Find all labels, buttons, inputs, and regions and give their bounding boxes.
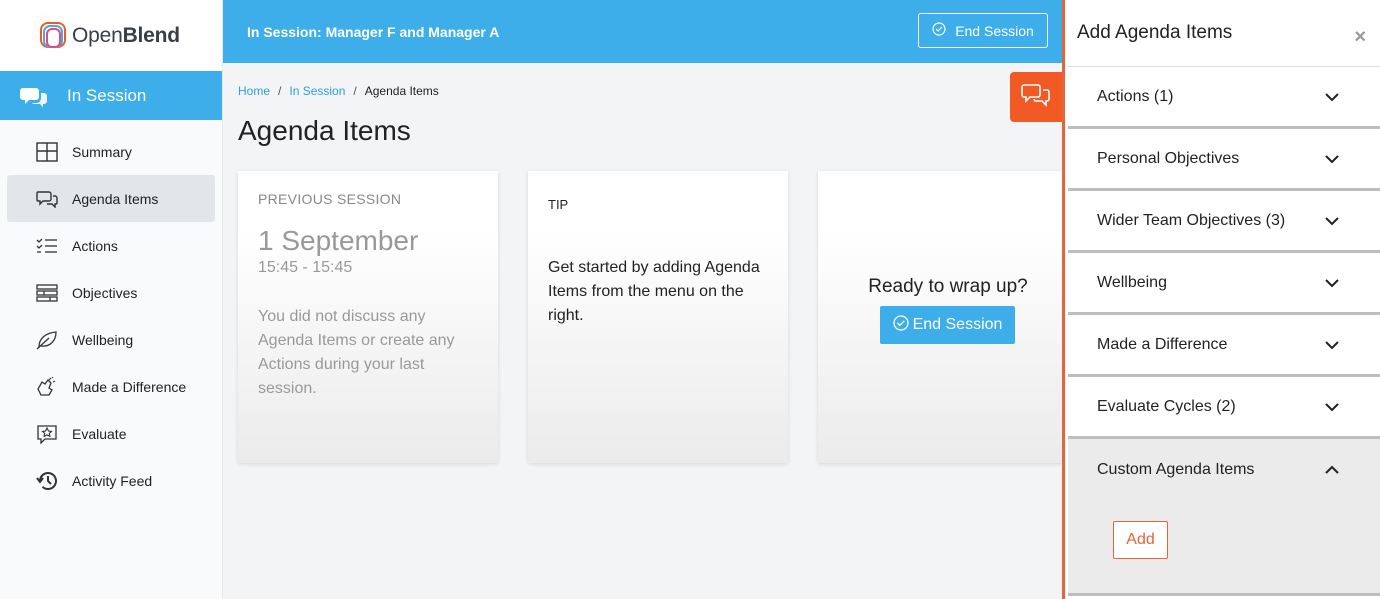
star-icon	[36, 423, 58, 445]
openblend-logo-icon	[40, 21, 68, 50]
checklist-icon	[36, 235, 58, 257]
chevron-down-icon	[1324, 399, 1340, 415]
end-session-label: End Session	[912, 316, 1003, 333]
end-session-button-header[interactable]: End Session	[918, 13, 1048, 48]
tip-text: Get started by adding Agenda Items from …	[548, 259, 760, 324]
logo[interactable]: OpenBlend	[0, 0, 222, 71]
accordion-wider-team-objectives[interactable]: Wider Team Objectives (3)	[1068, 191, 1380, 253]
sidebar-section-label: In Session	[67, 85, 147, 105]
chevron-down-icon	[1324, 89, 1340, 105]
clap-icon	[36, 376, 58, 398]
sidebar-item-label: Made a Difference	[72, 378, 187, 395]
previous-session-text: You did not discuss any Agenda Items or …	[258, 308, 455, 397]
sidebar-item-label: Summary	[72, 143, 132, 160]
wrap-up-question: Ready to wrap up?	[868, 276, 1028, 297]
history-icon	[36, 470, 58, 492]
accordion-made-a-difference[interactable]: Made a Difference	[1068, 315, 1380, 377]
accordion-custom-agenda-items[interactable]: Custom Agenda Items	[1068, 439, 1380, 501]
chevron-down-icon	[1324, 337, 1340, 353]
sidebar-item-summary[interactable]: Summary	[7, 128, 215, 175]
sidebar-item-actions[interactable]: Actions	[7, 222, 215, 269]
chevron-down-icon	[1324, 151, 1340, 167]
accordion-label: Wellbeing	[1097, 273, 1167, 291]
add-agenda-items-panel: Add Agenda Items × Actions (1) Personal …	[1062, 0, 1380, 599]
session-title: In Session: Manager F and Manager A	[247, 23, 500, 40]
accordion-personal-objectives[interactable]: Personal Objectives	[1068, 129, 1380, 191]
accordion-label: Actions (1)	[1097, 87, 1174, 105]
sidebar-nav: Summary Agenda Items Actions Objectives …	[0, 120, 222, 504]
chat-toggle-button[interactable]	[1010, 72, 1062, 122]
sidebar-section-in-session[interactable]: In Session	[0, 71, 222, 120]
tip-label: TIP	[548, 197, 569, 212]
accordion-wellbeing[interactable]: Wellbeing	[1068, 253, 1380, 315]
add-custom-agenda-item-button[interactable]: Add	[1113, 521, 1168, 559]
previous-session-label: PREVIOUS SESSION	[258, 191, 402, 207]
breadcrumb: Home / In Session / Agenda Items	[238, 84, 439, 98]
sidebar-item-label: Evaluate	[72, 425, 127, 442]
sidebar-item-made-a-difference[interactable]: Made a Difference	[7, 363, 215, 410]
breadcrumb-home-link[interactable]: Home	[238, 84, 270, 98]
accordion-label: Made a Difference	[1097, 335, 1228, 353]
panel-header: Add Agenda Items	[1068, 0, 1380, 67]
chat-bubbles-icon	[36, 188, 58, 210]
leaf-icon	[36, 329, 58, 351]
previous-session-time: 15:45 - 15:45	[258, 259, 353, 276]
close-icon[interactable]: ×	[1354, 26, 1366, 49]
sidebar-item-activity-feed[interactable]: Activity Feed	[7, 457, 215, 504]
chat-bubbles-icon	[20, 85, 48, 107]
accordion-actions[interactable]: Actions (1)	[1068, 67, 1380, 129]
sidebar-item-agenda-items[interactable]: Agenda Items	[7, 175, 215, 222]
accordion-label: Custom Agenda Items	[1097, 461, 1255, 478]
brand-name: OpenBlend	[72, 23, 180, 47]
tip-card: TIP Get started by adding Agenda Items f…	[528, 171, 788, 463]
accordion-label: Wider Team Objectives (3)	[1097, 211, 1286, 229]
sidebar-item-label: Activity Feed	[72, 472, 153, 489]
sidebar-item-wellbeing[interactable]: Wellbeing	[7, 316, 215, 363]
chevron-up-icon	[1324, 462, 1340, 478]
breadcrumb-current: Agenda Items	[364, 84, 439, 98]
chevron-down-icon	[1324, 275, 1340, 291]
sidebar-item-label: Actions	[72, 237, 118, 254]
grid-icon	[36, 141, 58, 163]
accordion-label: Evaluate Cycles (2)	[1097, 397, 1236, 415]
sidebar: OpenBlend In Session Summary Agenda Item…	[0, 0, 223, 599]
sidebar-item-evaluate[interactable]: Evaluate	[7, 410, 215, 457]
check-circle-icon	[932, 22, 946, 39]
accordion-evaluate-cycles[interactable]: Evaluate Cycles (2)	[1068, 377, 1380, 439]
sidebar-item-label: Objectives	[72, 284, 138, 301]
page-title: Agenda Items	[238, 115, 411, 146]
previous-session-card: PREVIOUS SESSION 1 September 15:45 - 15:…	[238, 171, 498, 463]
session-header: In Session: Manager F and Manager A End …	[223, 0, 1062, 63]
chat-bubbles-icon	[1021, 83, 1051, 112]
end-session-label: End Session	[955, 22, 1034, 39]
sidebar-item-objectives[interactable]: Objectives	[7, 269, 215, 316]
accordion-label: Personal Objectives	[1097, 149, 1240, 167]
chevron-down-icon	[1324, 213, 1340, 229]
check-circle-icon	[892, 314, 909, 336]
previous-session-date: 1 September	[258, 225, 419, 256]
wrap-up-card: Ready to wrap up? End Session	[818, 171, 1068, 463]
breadcrumb-in-session-link[interactable]: In Session	[289, 84, 345, 98]
sidebar-item-label: Wellbeing	[72, 331, 134, 348]
end-session-button[interactable]: End Session	[880, 306, 1015, 344]
main-content: Home / In Session / Agenda Items Agenda Item…	[223, 63, 1068, 599]
panel-title: Add Agenda Items	[1077, 22, 1233, 43]
sidebar-item-label: Agenda Items	[72, 190, 159, 207]
layers-icon	[36, 282, 58, 304]
custom-agenda-items-body: Add	[1068, 501, 1380, 596]
